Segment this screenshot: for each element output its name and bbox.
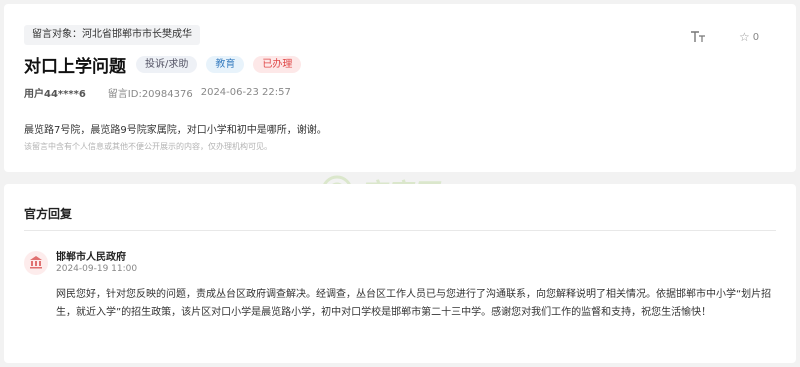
tag-category: 教育 <box>206 55 245 73</box>
reply-heading: 官方回复 <box>24 207 73 221</box>
message-datetime: 2024-06-23 22:57 <box>200 86 291 98</box>
official-reply-card: 官方回复 邯郸市人民政府 2024-09-19 11:00 网民您好，针对您反映… <box>4 184 796 363</box>
government-building-icon <box>29 254 43 273</box>
status-badge: 已办理 <box>253 55 302 73</box>
message-target-tag: 留言对象：河北省邯郸市市长樊成华 <box>24 25 200 45</box>
title-row: 对口上学问题 投诉/求助 教育 已办理 <box>24 52 310 77</box>
user-id: 用户44****6 <box>24 88 86 100</box>
message-content: 晨览路7号院，晨览路9号院家属院，对口小学和初中是哪所，谢谢。 <box>24 125 327 136</box>
font-size-button[interactable] <box>690 30 706 48</box>
divider <box>24 230 776 231</box>
font-size-icon <box>690 30 706 48</box>
star-icon: ☆ <box>739 30 750 44</box>
message-id: 留言ID:20984376 <box>107 88 193 100</box>
like-count: 0 <box>752 31 760 43</box>
avatar <box>24 251 48 275</box>
message-title: 对口上学问题 <box>24 56 126 77</box>
message-meta: 用户44****6 留言ID:20984376 2024-06-23 22:57 <box>24 84 291 100</box>
privacy-notice: 该留言中含有个人信息或其他不便公开展示的内容，仅办理机构可见。 <box>24 142 272 151</box>
tag-message-type: 投诉/求助 <box>136 55 198 73</box>
reply-time: 2024-09-19 11:00 <box>56 264 138 274</box>
reply-org-name: 邯郸市人民政府 <box>56 252 126 263</box>
like-button[interactable]: ☆ 0 <box>739 30 759 44</box>
message-card: 留言对象：河北省邯郸市市长樊成华 对口上学问题 投诉/求助 教育 已办理 用户4… <box>4 4 796 172</box>
reply-body: 网民您好，针对您反映的问题，责成丛台区政府调查解决。经调查，丛台区工作人员已与您… <box>56 289 772 318</box>
